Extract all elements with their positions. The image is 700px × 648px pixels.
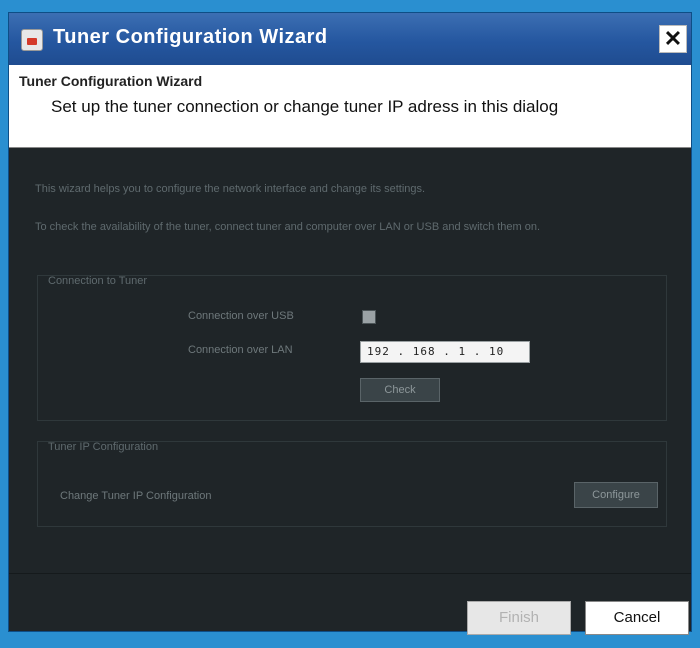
title-bar[interactable]: Tuner Configuration Wizard ✕: [9, 13, 691, 65]
connection-group: Connection to Tuner Connection over USB …: [37, 275, 667, 421]
ip-config-group-title: Tuner IP Configuration: [48, 441, 159, 453]
connection-group-title: Connection to Tuner: [48, 275, 148, 287]
window-title: Tuner Configuration Wizard: [53, 26, 328, 48]
change-ip-label: Change Tuner IP Configuration: [60, 490, 212, 502]
usb-label: Connection over USB: [188, 310, 294, 322]
usb-checkbox[interactable]: [362, 310, 376, 324]
header-title: Tuner Configuration Wizard: [19, 73, 203, 89]
intro-text-1: This wizard helps you to configure the n…: [35, 183, 426, 195]
wizard-window: Tuner Configuration Wizard ✕ Tuner Confi…: [8, 12, 692, 635]
lan-label: Connection over LAN: [188, 344, 293, 356]
intro-text-2: To check the availability of the tuner, …: [35, 221, 541, 233]
check-button[interactable]: Check: [360, 378, 440, 402]
ip-config-group: Tuner IP Configuration Change Tuner IP C…: [37, 441, 667, 527]
app-icon: [21, 29, 43, 51]
finish-button[interactable]: Finish: [467, 601, 571, 635]
configure-button[interactable]: Configure: [574, 482, 658, 508]
cancel-button[interactable]: Cancel: [585, 601, 689, 635]
wizard-header: Tuner Configuration Wizard Set up the tu…: [9, 65, 691, 148]
footer-divider: [9, 573, 691, 574]
close-button[interactable]: ✕: [659, 25, 687, 53]
header-subtitle: Set up the tuner connection or change tu…: [51, 97, 559, 116]
ip-address-input[interactable]: 192 . 168 . 1 . 10: [360, 341, 530, 363]
